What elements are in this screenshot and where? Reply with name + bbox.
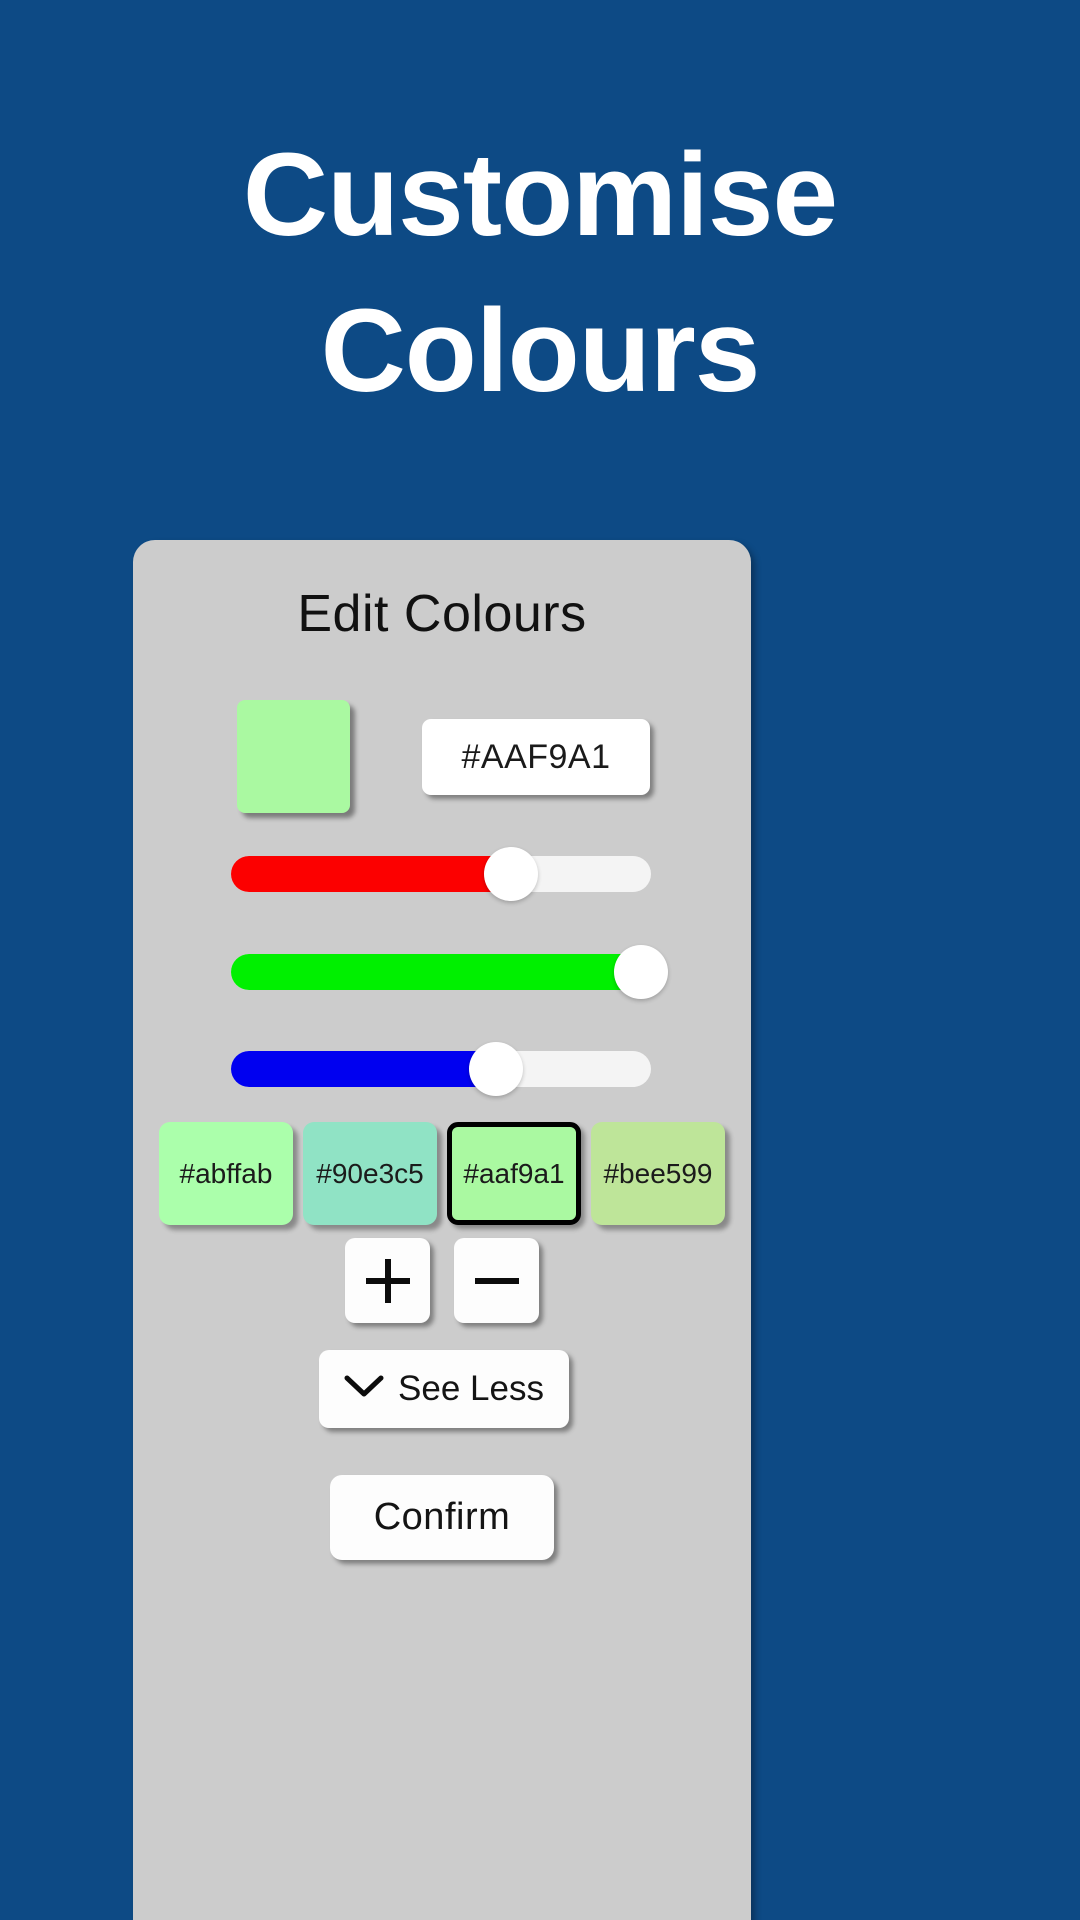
red-slider-thumb[interactable] <box>484 847 539 901</box>
green-channel-slider[interactable] <box>231 945 668 999</box>
preset-colour-label: #bee599 <box>603 1157 713 1189</box>
page-title-line-2: Colours <box>320 284 761 417</box>
add-colour-button[interactable] <box>345 1238 430 1323</box>
green-slider-fill <box>231 954 641 990</box>
red-channel-slider[interactable] <box>231 847 651 901</box>
see-less-button[interactable]: See Less <box>319 1350 569 1428</box>
preset-colour-label: #abffab <box>179 1157 273 1189</box>
confirm-button[interactable]: Confirm <box>330 1475 554 1560</box>
preset-colour-label: #aaf9a1 <box>463 1157 565 1189</box>
plus-icon <box>362 1255 414 1307</box>
preset-colour-chip[interactable]: #abffab <box>159 1122 293 1225</box>
see-less-label: See Less <box>398 1369 544 1408</box>
current-colour-row: #AAF9A1 <box>133 695 751 815</box>
confirm-label: Confirm <box>373 1496 511 1538</box>
blue-slider-thumb[interactable] <box>469 1042 524 1096</box>
minus-icon <box>471 1255 523 1307</box>
remove-colour-button[interactable] <box>454 1238 539 1323</box>
preset-colour-list: #abffab #90e3c5 #aaf9a1 #bee599 <box>148 1122 736 1225</box>
current-colour-swatch[interactable] <box>237 700 350 813</box>
red-slider-fill <box>231 856 512 892</box>
preset-colour-chip[interactable]: #90e3c5 <box>303 1122 437 1225</box>
preset-colour-chip[interactable]: #aaf9a1 <box>447 1122 581 1225</box>
blue-channel-slider[interactable] <box>231 1042 651 1096</box>
preset-colour-chip[interactable]: #bee599 <box>591 1122 725 1225</box>
page-title: Customise Colours <box>0 118 1080 430</box>
preset-add-remove-row <box>133 1238 751 1323</box>
card-title: Edit Colours <box>297 585 587 643</box>
chevron-down-icon <box>344 1369 384 1409</box>
blue-slider-fill <box>231 1051 497 1087</box>
page-title-line-1: Customise <box>242 129 838 261</box>
edit-colours-card: Edit Colours #AAF9A1 #abffab #90e3c5 #aaf9… <box>133 540 751 1920</box>
preset-colour-label: #90e3c5 <box>316 1157 424 1189</box>
green-slider-thumb[interactable] <box>613 945 668 999</box>
hex-code-input[interactable]: #AAF9A1 <box>422 719 650 795</box>
